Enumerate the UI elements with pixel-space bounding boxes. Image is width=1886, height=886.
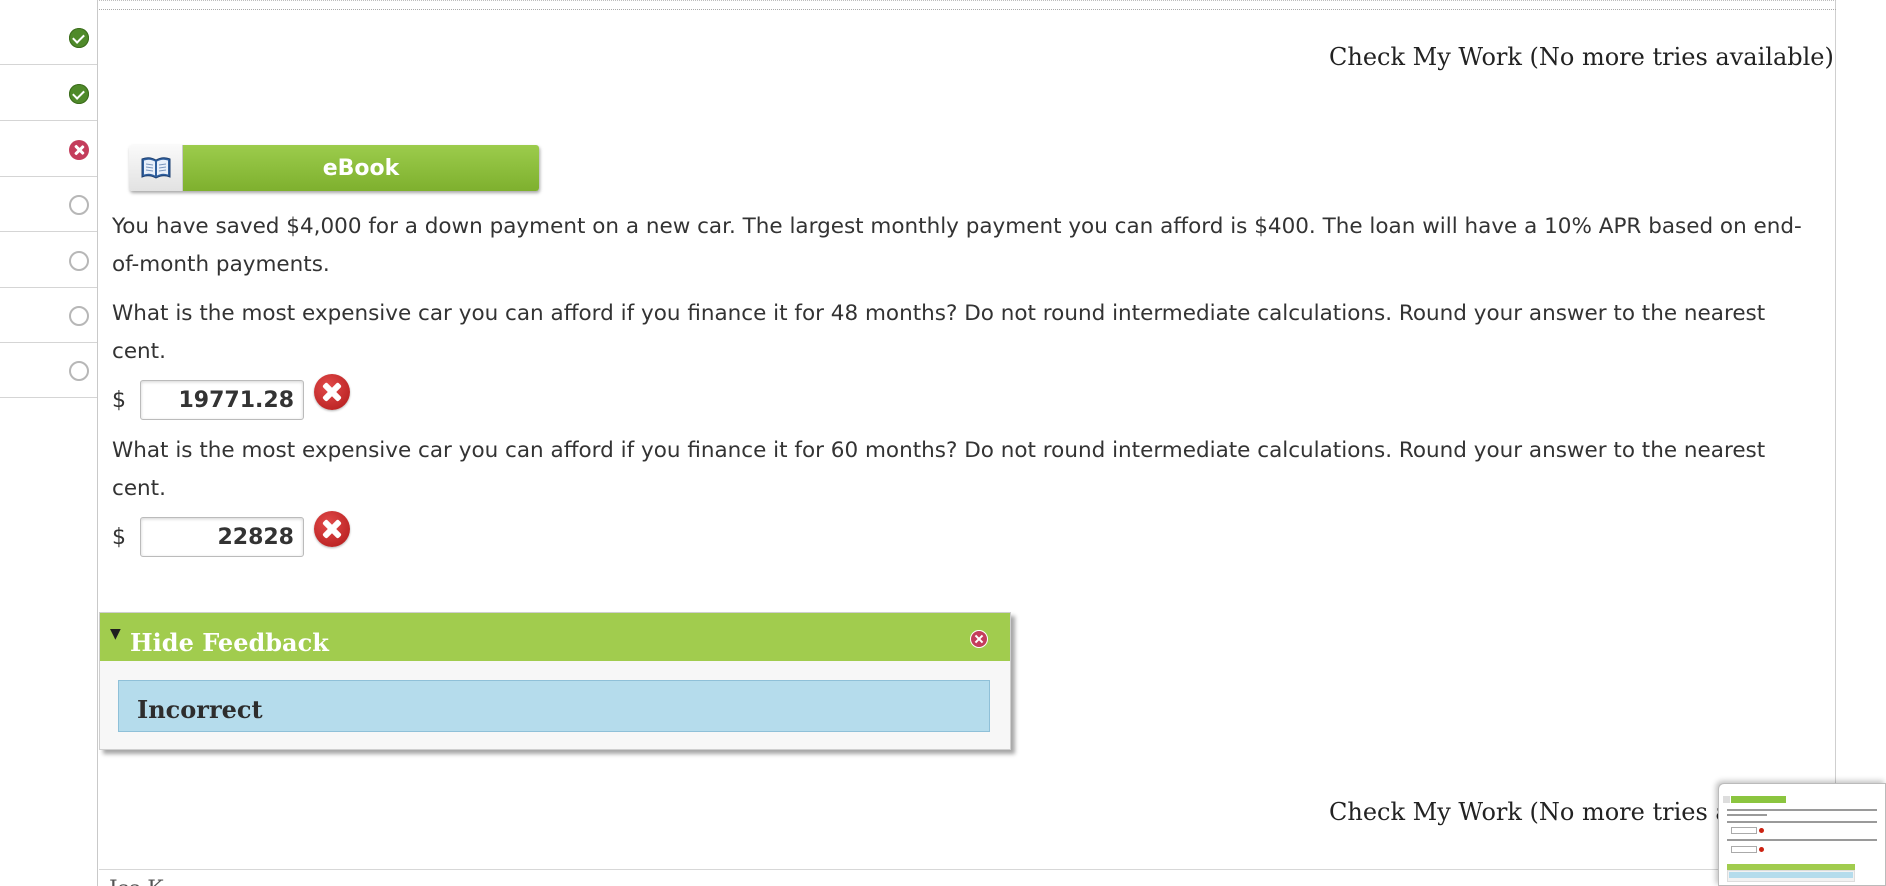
incorrect-x-icon [314, 374, 350, 410]
question-48-months: What is the most expensive car you can a… [112, 301, 1766, 364]
feedback-panel: ▼ Hide Feedback Incorrect [99, 612, 1011, 750]
answer-row-60-months: $ [112, 511, 350, 558]
sidebar-item-3[interactable] [0, 121, 97, 177]
sidebar-item-1[interactable] [0, 9, 97, 65]
correct-check-icon [69, 28, 89, 48]
sidebar-item-4[interactable] [0, 176, 97, 232]
unanswered-circle-icon [69, 306, 89, 326]
thumb-text-line [1727, 839, 1877, 841]
thumb-text-line [1727, 814, 1767, 816]
sidebar-item-5[interactable] [0, 232, 97, 288]
answer-input-48-months[interactable] [140, 380, 304, 420]
thumb-x-icon [1759, 828, 1764, 833]
next-section-label: Iss K [109, 877, 164, 886]
page-thumbnail-preview[interactable] [1718, 783, 1886, 886]
currency-symbol: $ [112, 524, 126, 550]
incorrect-x-icon [69, 140, 89, 160]
close-icon[interactable] [970, 630, 988, 648]
incorrect-x-icon [314, 511, 350, 547]
thumb-ebook-button [1723, 796, 1786, 803]
bottom-divider [99, 869, 1836, 870]
check-my-work-link[interactable]: Check My Work (No more tries available) [1329, 43, 1834, 71]
thumb-input [1731, 846, 1757, 853]
feedback-result-box: Incorrect [118, 680, 990, 732]
unanswered-circle-icon [69, 251, 89, 271]
problem-panel: Check My Work (No more tries available) … [99, 0, 1836, 886]
feedback-header[interactable]: ▼ Hide Feedback [100, 613, 1010, 661]
sidebar-item-7[interactable] [0, 342, 97, 398]
hide-feedback-toggle[interactable]: Hide Feedback [130, 628, 329, 657]
thumb-text-line [1727, 821, 1877, 823]
currency-symbol: $ [112, 387, 126, 413]
answer-input-60-months[interactable] [140, 517, 304, 557]
problem-statement: You have saved $4,000 for a down payment… [112, 214, 1802, 277]
thumb-text-line [1727, 809, 1877, 811]
open-book-icon [129, 145, 183, 191]
thumb-feedback-result [1729, 872, 1853, 878]
thumb-input [1731, 827, 1757, 834]
sidebar-item-6[interactable] [0, 287, 97, 343]
triangle-down-icon[interactable]: ▼ [110, 626, 121, 642]
question-60-months: What is the most expensive car you can a… [112, 438, 1766, 501]
top-divider [99, 9, 1836, 10]
thumb-x-icon [1759, 847, 1764, 852]
unanswered-circle-icon [69, 195, 89, 215]
sidebar-item-2[interactable] [0, 65, 97, 121]
unanswered-circle-icon [69, 361, 89, 381]
ebook-button[interactable]: eBook [129, 145, 539, 191]
correct-check-icon [69, 84, 89, 104]
answer-row-48-months: $ [112, 374, 350, 421]
feedback-result-text: Incorrect [137, 695, 263, 724]
ebook-label: eBook [183, 145, 539, 191]
question-status-sidebar [0, 0, 98, 886]
